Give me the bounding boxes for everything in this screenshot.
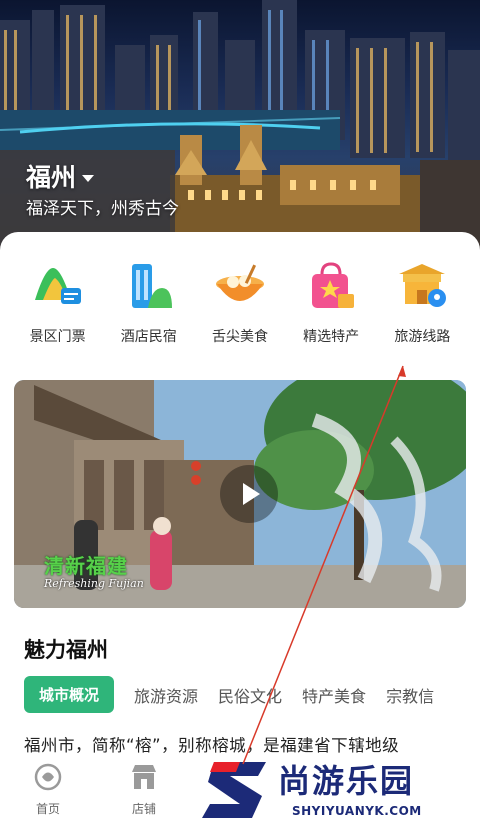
category-label: 酒店民宿 — [120, 329, 177, 345]
home-icon — [34, 763, 62, 791]
shopping-bag-icon — [312, 262, 355, 308]
caret-down-icon — [82, 174, 95, 182]
scenic-ticket-icon — [34, 268, 81, 304]
city-selector[interactable]: 福州 — [26, 158, 95, 194]
store-icon — [132, 765, 156, 789]
nav-store[interactable]: 店铺 — [114, 762, 174, 817]
category-label: 舌尖美食 — [211, 329, 268, 345]
tab-city-overview[interactable]: 城市概况 — [24, 676, 115, 713]
video-logo: 清新福建 Refreshing Fujian — [44, 550, 144, 590]
tab-folk-culture[interactable]: 民俗文化 — [218, 683, 282, 707]
category-scenic-tickets[interactable]: 景区门票 — [14, 260, 102, 346]
hero-banner: 福州 福泽天下，州秀古今 — [0, 0, 480, 262]
play-icon — [243, 483, 260, 505]
watermark-url: SHYIYUANYK.COM — [292, 804, 422, 818]
category-routes[interactable]: 旅游线路 — [378, 260, 466, 346]
city-night-image — [0, 0, 480, 262]
category-label: 旅游线路 — [394, 329, 451, 345]
video-logo-en: Refreshing Fujian — [44, 577, 144, 590]
tab-religion[interactable]: 宗教信 — [386, 683, 434, 707]
watermark: 尚游乐园 SHYIYUANYK.COM — [200, 752, 480, 826]
promo-video[interactable]: 清新福建 Refreshing Fujian — [14, 380, 466, 608]
tab-specialty-food[interactable]: 特产美食 — [302, 683, 366, 707]
travel-route-icon — [399, 264, 447, 307]
nav-label: 首页 — [35, 802, 60, 816]
watermark-text: 尚游乐园 — [278, 762, 415, 800]
category-label: 景区门票 — [29, 329, 86, 345]
section-tabs: 城市概况 旅游资源 民俗文化 特产美食 宗教信 — [24, 676, 480, 713]
nav-home[interactable]: 首页 — [18, 762, 78, 817]
section-title: 魅力福州 — [24, 638, 108, 662]
category-grid: 景区门票 酒店民宿 舌尖美食 精选特产 旅游线路 — [0, 260, 480, 346]
category-hotels[interactable]: 酒店民宿 — [105, 260, 193, 346]
nav-label: 店铺 — [131, 802, 156, 816]
category-specialties[interactable]: 精选特产 — [287, 260, 375, 346]
city-name: 福州 — [26, 163, 77, 192]
video-logo-cn: 清新福建 — [44, 554, 128, 578]
category-label: 精选特产 — [303, 329, 360, 345]
watermark-logo-icon — [202, 762, 266, 818]
city-slogan: 福泽天下，州秀古今 — [26, 199, 179, 219]
play-button[interactable] — [220, 465, 278, 523]
hotel-icon — [131, 264, 172, 308]
food-bowl-icon — [215, 264, 264, 301]
tab-tourism-resources[interactable]: 旅游资源 — [134, 683, 198, 707]
content-card: 景区门票 酒店民宿 舌尖美食 精选特产 旅游线路 清新福建 Refreshing… — [0, 232, 480, 826]
category-food[interactable]: 舌尖美食 — [196, 260, 284, 346]
